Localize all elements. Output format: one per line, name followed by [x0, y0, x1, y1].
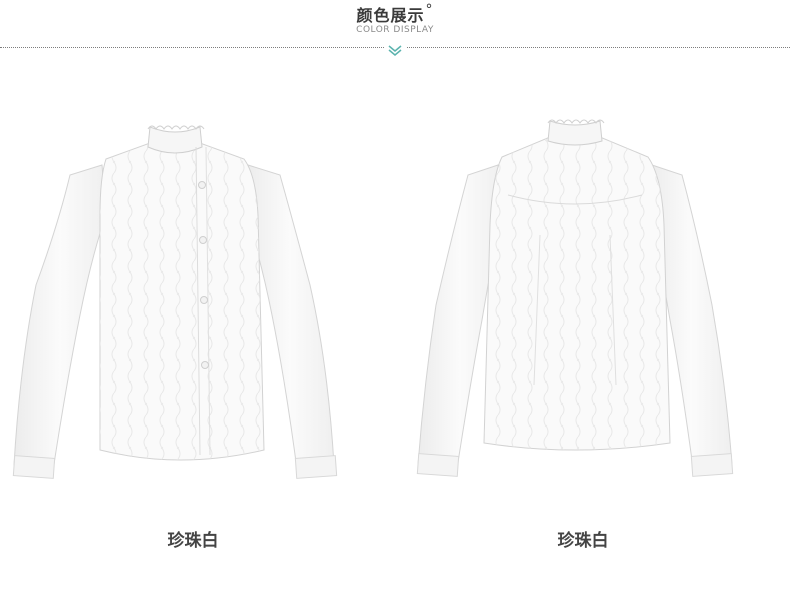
product-photo-back: [410, 85, 740, 505]
double-chevron-down-icon: [384, 43, 406, 57]
color-caption-back: 珍珠白: [557, 531, 609, 551]
section-subtitle: COLOR DISPLAY: [356, 25, 434, 35]
title-degree-mark: °: [425, 2, 434, 18]
product-photo-front: [10, 85, 340, 505]
section-header: 颜色展示° COLOR DISPLAY: [0, 0, 790, 70]
color-caption-front: 珍珠白: [167, 531, 219, 551]
section-title: 颜色展示°: [356, 2, 434, 25]
